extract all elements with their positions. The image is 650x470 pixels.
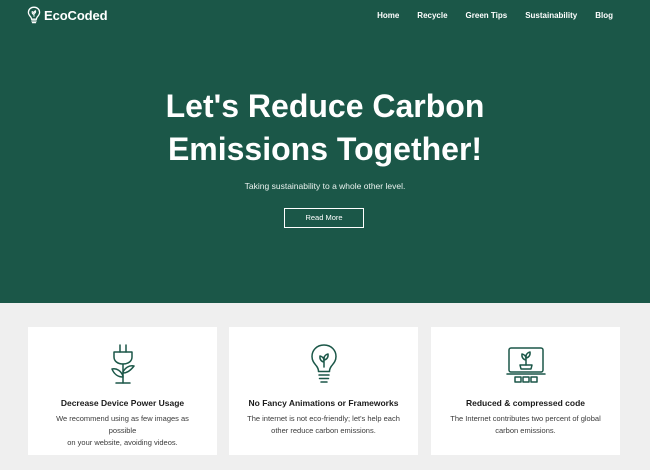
feature-description-line-2: on your website, avoiding videos. [67, 438, 178, 447]
nav-item-sustainability[interactable]: Sustainability [525, 11, 577, 20]
feature-card-power-usage: Decrease Device Power Usage We recommend… [28, 327, 217, 455]
feature-description: The internet is not eco-friendly; let's … [243, 413, 404, 437]
feature-title: No Fancy Animations or Frameworks [248, 398, 399, 408]
nav-item-recycle[interactable]: Recycle [417, 11, 447, 20]
hero-title-line-1: Let's Reduce Carbon [165, 88, 485, 124]
hero-title: Let's Reduce Carbon Emissions Together! [0, 85, 650, 171]
lightbulb-icon [310, 344, 337, 383]
nav-item-blog[interactable]: Blog [595, 11, 613, 20]
read-more-button[interactable]: Read More [284, 208, 364, 228]
navbar: EcoCoded Home Recycle Green Tips Sustain… [0, 0, 650, 32]
feature-description-line-2: carbon emissions. [495, 426, 556, 435]
nav-menu: Home Recycle Green Tips Sustainability B… [377, 11, 613, 20]
lightbulb-leaf-icon [27, 6, 41, 24]
hero-section: EcoCoded Home Recycle Green Tips Sustain… [0, 0, 650, 303]
feature-title: Reduced & compressed code [465, 398, 586, 408]
brand-name: EcoCoded [44, 7, 108, 23]
hero-title-line-2: Emissions Together! [167, 131, 483, 167]
feature-description-line-1: We recommend using as few images as poss… [56, 414, 189, 435]
feature-card-no-animations: No Fancy Animations or Frameworks The in… [229, 327, 418, 455]
feature-description-line-1: The internet is not eco-friendly; let's … [247, 414, 400, 423]
feature-title: Decrease Device Power Usage [60, 398, 185, 408]
nav-item-home[interactable]: Home [377, 11, 399, 20]
feature-description: The Internet contributes two percent of … [445, 413, 606, 437]
feature-description-line-2: other reduce carbon emissions. [271, 426, 376, 435]
monitor-plant-icon [505, 347, 546, 383]
feature-card-compressed-code: Reduced & compressed code The Internet c… [431, 327, 620, 455]
nav-item-green-tips[interactable]: Green Tips [466, 11, 508, 20]
brand-logo[interactable]: EcoCoded [27, 6, 108, 24]
hero-subtitle: Taking sustainability to a whole other l… [244, 181, 406, 191]
feature-description: We recommend using as few images as poss… [42, 413, 203, 449]
feature-description-line-1: The Internet contributes two percent of … [450, 414, 601, 423]
plug-leaf-icon [110, 344, 135, 384]
